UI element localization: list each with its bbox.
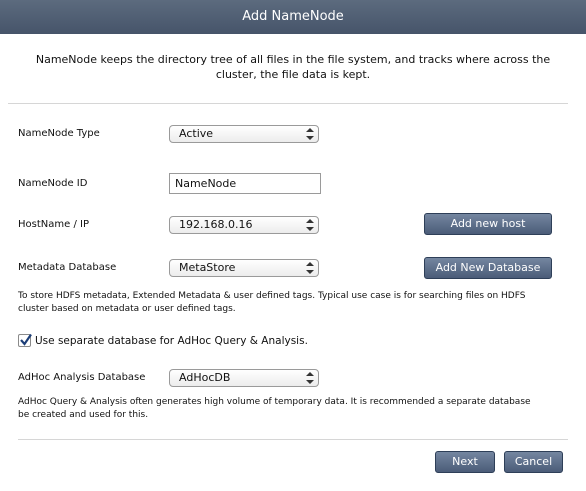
next-button[interactable]: Next bbox=[435, 451, 495, 473]
cancel-button[interactable]: Cancel bbox=[504, 451, 563, 473]
select-arrows-icon bbox=[306, 372, 314, 384]
separate-db-label[interactable]: Use separate database for AdHoc Query & … bbox=[35, 335, 308, 347]
namenode-id-label: NameNode ID bbox=[18, 178, 88, 189]
select-arrows-icon bbox=[306, 128, 314, 140]
namenode-id-input[interactable]: NameNode bbox=[169, 173, 321, 194]
adhoc-db-value: AdHocDB bbox=[179, 371, 231, 384]
adhoc-db-label: AdHoc Analysis Database bbox=[18, 372, 146, 383]
namenode-type-value: Active bbox=[179, 127, 214, 140]
namenode-type-label: NameNode Type bbox=[18, 128, 100, 139]
metadata-db-select[interactable]: MetaStore bbox=[169, 259, 319, 277]
metadata-db-value: MetaStore bbox=[179, 261, 236, 274]
metadata-db-label: Metadata Database bbox=[18, 262, 117, 273]
namenode-type-select[interactable]: Active bbox=[169, 125, 319, 143]
top-divider bbox=[8, 103, 568, 104]
checkmark-icon bbox=[20, 333, 32, 346]
select-arrows-icon bbox=[306, 262, 314, 274]
dialog-title: Add NameNode bbox=[0, 0, 586, 34]
add-new-host-button[interactable]: Add new host bbox=[424, 213, 552, 235]
hostname-label: HostName / IP bbox=[18, 219, 89, 230]
hostname-select[interactable]: 192.168.0.16 bbox=[169, 216, 319, 234]
add-new-database-button[interactable]: Add New Database bbox=[424, 257, 552, 279]
intro-text: NameNode keeps the directory tree of all… bbox=[35, 53, 551, 81]
bottom-divider bbox=[18, 439, 568, 440]
hostname-value: 192.168.0.16 bbox=[179, 218, 253, 231]
metadata-db-help: To store HDFS metadata, Extended Metadat… bbox=[18, 291, 526, 314]
adhoc-db-select[interactable]: AdHocDB bbox=[169, 369, 319, 387]
separate-db-checkbox[interactable] bbox=[18, 333, 32, 347]
select-arrows-icon bbox=[306, 219, 314, 231]
adhoc-db-help: AdHoc Query & Analysis often generates h… bbox=[18, 397, 531, 420]
